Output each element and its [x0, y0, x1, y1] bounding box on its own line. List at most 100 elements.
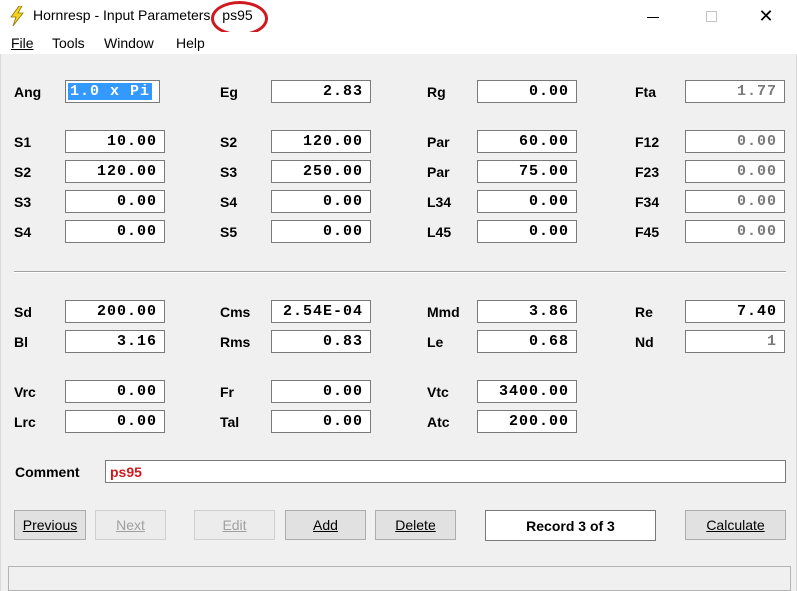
- vrc-field[interactable]: 0.00: [65, 380, 165, 403]
- close-button[interactable]: ✕: [743, 0, 789, 32]
- s3-field[interactable]: 0.00: [65, 190, 165, 213]
- tal-field[interactable]: 0.00: [271, 410, 371, 433]
- edit-button-label: Edit: [222, 517, 247, 533]
- f12-field: 0.00: [685, 130, 785, 153]
- calculate-button-label: Calculate: [706, 517, 765, 533]
- title-bar: Hornresp - Input Parameters ps95 ✕: [0, 0, 797, 36]
- maximize-button: [688, 0, 734, 32]
- rg-field[interactable]: 0.00: [477, 80, 577, 103]
- s4-label: S4: [14, 224, 32, 240]
- s3-label: S3: [220, 164, 238, 180]
- menu-tools[interactable]: Tools: [52, 35, 85, 51]
- mmd-field[interactable]: 3.86: [477, 300, 577, 323]
- next-button-label: Next: [116, 517, 145, 533]
- minimize-icon: [647, 16, 659, 18]
- s4-field[interactable]: 0.00: [271, 190, 371, 213]
- s2-field[interactable]: 120.00: [271, 130, 371, 153]
- l34-label: L34: [427, 194, 452, 210]
- vrc-label: Vrc: [14, 384, 36, 400]
- le-field[interactable]: 0.68: [477, 330, 577, 353]
- par-field[interactable]: 60.00: [477, 130, 577, 153]
- s4-field[interactable]: 0.00: [65, 220, 165, 243]
- f23-field: 0.00: [685, 160, 785, 183]
- rg-label: Rg: [427, 84, 446, 100]
- re-field[interactable]: 7.40: [685, 300, 785, 323]
- bl-label: Bl: [14, 334, 28, 350]
- vtc-label: Vtc: [427, 384, 449, 400]
- l34-field[interactable]: 0.00: [477, 190, 577, 213]
- mmd-label: Mmd: [427, 304, 460, 320]
- s3-label: S3: [14, 194, 32, 210]
- section-divider: [14, 271, 786, 273]
- s3-field[interactable]: 250.00: [271, 160, 371, 183]
- f12-label: F12: [635, 134, 660, 150]
- ang-field[interactable]: 1.0 x Pi: [65, 80, 160, 103]
- previous-button[interactable]: Previous: [14, 510, 86, 540]
- edit-button: Edit: [194, 510, 275, 540]
- f45-field: 0.00: [685, 220, 785, 243]
- delete-button[interactable]: Delete: [375, 510, 456, 540]
- nd-field: 1: [685, 330, 785, 353]
- window-title-prefix: Hornresp - Input Parameters: [33, 7, 211, 23]
- s2-field[interactable]: 120.00: [65, 160, 165, 183]
- cms-field[interactable]: 2.54E-04: [271, 300, 371, 323]
- rms-label: Rms: [220, 334, 251, 350]
- par-label: Par: [427, 164, 450, 180]
- comment-label: Comment: [15, 464, 80, 480]
- s2-label: S2: [220, 134, 238, 150]
- s5-field[interactable]: 0.00: [271, 220, 371, 243]
- next-button: Next: [95, 510, 166, 540]
- par-field[interactable]: 75.00: [477, 160, 577, 183]
- tal-label: Tal: [220, 414, 240, 430]
- re-label: Re: [635, 304, 653, 320]
- par-label: Par: [427, 134, 450, 150]
- ang-value: 1.0 x Pi: [68, 83, 153, 100]
- status-bar: [8, 566, 791, 591]
- lrc-field[interactable]: 0.00: [65, 410, 165, 433]
- le-label: Le: [427, 334, 444, 350]
- lightning-bolt-icon: [10, 6, 24, 26]
- f34-field: 0.00: [685, 190, 785, 213]
- eg-field[interactable]: 2.83: [271, 80, 371, 103]
- l45-field[interactable]: 0.00: [477, 220, 577, 243]
- rms-field[interactable]: 0.83: [271, 330, 371, 353]
- add-button[interactable]: Add: [285, 510, 366, 540]
- fr-field[interactable]: 0.00: [271, 380, 371, 403]
- maximize-icon: [705, 10, 717, 22]
- cms-label: Cms: [220, 304, 251, 320]
- bl-field[interactable]: 3.16: [65, 330, 165, 353]
- vtc-field[interactable]: 3400.00: [477, 380, 577, 403]
- delete-button-label: Delete: [395, 517, 436, 533]
- ang-label: Ang: [14, 84, 42, 100]
- window-title-filename: ps95: [211, 1, 269, 36]
- s1-field[interactable]: 10.00: [65, 130, 165, 153]
- atc-field[interactable]: 200.00: [477, 410, 577, 433]
- lrc-label: Lrc: [14, 414, 36, 430]
- calculate-button[interactable]: Calculate: [685, 510, 786, 540]
- fr-label: Fr: [220, 384, 234, 400]
- s5-label: S5: [220, 224, 238, 240]
- l45-label: L45: [427, 224, 452, 240]
- f34-label: F34: [635, 194, 660, 210]
- menu-help[interactable]: Help: [176, 35, 205, 51]
- sd-label: Sd: [14, 304, 32, 320]
- comment-input[interactable]: ps95: [105, 460, 786, 483]
- f45-label: F45: [635, 224, 660, 240]
- menu-help-label: Help: [176, 35, 205, 51]
- close-icon: ✕: [758, 5, 774, 26]
- minimize-button[interactable]: [630, 0, 676, 32]
- nd-label: Nd: [635, 334, 654, 350]
- previous-button-label: Previous: [22, 517, 78, 533]
- fta-field: 1.77: [685, 80, 785, 103]
- record-indicator: Record 3 of 3: [485, 510, 656, 541]
- add-button-label: Add: [313, 517, 338, 533]
- menu-bar: File Tools Window Help: [0, 32, 797, 54]
- menu-file[interactable]: File: [11, 35, 34, 51]
- eg-label: Eg: [220, 84, 238, 100]
- sd-field[interactable]: 200.00: [65, 300, 165, 323]
- menu-window[interactable]: Window: [104, 35, 154, 51]
- menu-tools-label: Tools: [52, 35, 85, 51]
- menu-file-label: File: [11, 35, 34, 51]
- fta-label: Fta: [635, 84, 656, 100]
- s4-label: S4: [220, 194, 238, 210]
